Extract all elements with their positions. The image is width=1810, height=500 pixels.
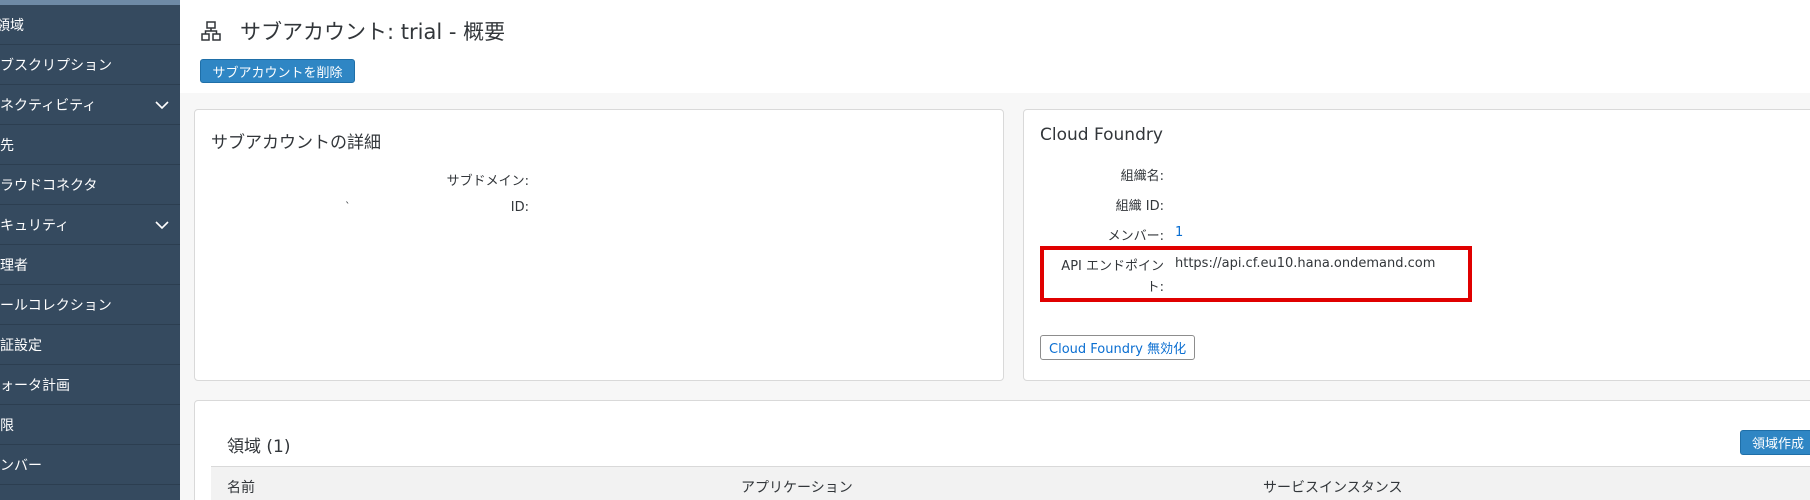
spaces-table-header: 名前 アプリケーション サービスインスタンス xyxy=(211,466,1810,500)
subdomain-label: サブドメイン: xyxy=(446,174,529,189)
id-label: ID: xyxy=(510,200,529,215)
chevron-down-icon xyxy=(155,221,169,230)
page-title: サブアカウント: trial - 概要 xyxy=(240,20,506,44)
sidebar-item-label: メンバー xyxy=(0,457,42,474)
page-title-group: サブアカウント: trial - 概要 xyxy=(200,16,505,46)
sidebar-item-label: クラウドコネクタ xyxy=(0,177,98,194)
spaces-title: 領域 (1) xyxy=(227,437,291,457)
id-value: ` xyxy=(345,200,351,213)
sidebar-item-members[interactable]: メンバー xyxy=(0,445,180,485)
subaccount-details-title: サブアカウントの詳細 xyxy=(211,133,381,153)
org-name-label: 組織名: xyxy=(1120,169,1164,184)
column-header-service-instances[interactable]: サービスインスタンス xyxy=(1263,477,1402,497)
spaces-panel: 領域 (1) 領域作成 名前 アプリケーション サービスインスタンス xyxy=(194,400,1810,500)
sidebar-navigation: 領域 サブスクリプション コネクティビティ 宛先 クラウドコネクタ セキュリティ… xyxy=(0,0,180,500)
sidebar-item-label: ロールコレクション xyxy=(0,297,112,314)
page-header: サブアカウント: trial - 概要 サブアカウントを削除 xyxy=(180,0,1810,93)
sidebar-item-label: セキュリティ xyxy=(0,217,70,234)
sidebar-item-role-collections[interactable]: ロールコレクション xyxy=(0,285,180,325)
sidebar-item-trust-configuration[interactable]: 認証設定 xyxy=(0,325,180,365)
sidebar-item-destinations[interactable]: 宛先 xyxy=(0,125,180,165)
sidebar-item-quota-plans[interactable]: クォータ計画 xyxy=(0,365,180,405)
sidebar-item-administrators[interactable]: 管理者 xyxy=(0,245,180,285)
org-id-label: 組織 ID: xyxy=(1115,199,1164,214)
column-header-name[interactable]: 名前 xyxy=(227,477,255,497)
sidebar-item-security[interactable]: セキュリティ xyxy=(0,205,180,245)
sidebar-item-label: 管理者 xyxy=(0,257,28,274)
sidebar-item-subscriptions[interactable]: サブスクリプション xyxy=(0,45,180,85)
sidebar-item-label: 制限 xyxy=(0,417,14,434)
create-space-button[interactable]: 領域作成 xyxy=(1740,430,1810,455)
disable-cloud-foundry-button[interactable]: Cloud Foundry 無効化 xyxy=(1040,335,1196,360)
sidebar-item-label: サブスクリプション xyxy=(0,57,112,74)
hierarchy-icon xyxy=(201,21,221,41)
api-endpoint-label: API エンドポイント: xyxy=(1061,259,1164,295)
members-link[interactable]: 1 xyxy=(1175,225,1183,240)
cloud-foundry-title: Cloud Foundry xyxy=(1040,125,1163,145)
sidebar-item-label: コネクティビティ xyxy=(0,97,97,114)
sidebar-item-label: 認証設定 xyxy=(0,337,42,354)
api-endpoint-value: https://api.cf.eu10.hana.ondemand.com xyxy=(1175,256,1436,271)
sidebar-item-connectivity[interactable]: コネクティビティ xyxy=(0,85,180,125)
sidebar-item-spaces[interactable]: 領域 xyxy=(0,5,180,45)
sidebar-item-label: 宛先 xyxy=(0,137,14,154)
delete-subaccount-button[interactable]: サブアカウントを削除 xyxy=(200,59,355,83)
column-header-applications[interactable]: アプリケーション xyxy=(741,477,853,497)
cloud-foundry-panel: Cloud Foundry 組織名: 組織 ID: メンバー: 1 API エン… xyxy=(1023,109,1810,381)
sidebar-item-limits[interactable]: 制限 xyxy=(0,405,180,445)
members-label: メンバー: xyxy=(1107,229,1164,244)
sidebar-item-cloud-connectors[interactable]: クラウドコネクタ xyxy=(0,165,180,205)
sidebar-item-label: 領域 xyxy=(0,17,24,34)
subaccount-details-panel: サブアカウントの詳細 サブドメイン: ID: ` xyxy=(194,109,1004,381)
chevron-down-icon xyxy=(155,101,169,110)
sidebar-item-label: クォータ計画 xyxy=(0,377,70,394)
